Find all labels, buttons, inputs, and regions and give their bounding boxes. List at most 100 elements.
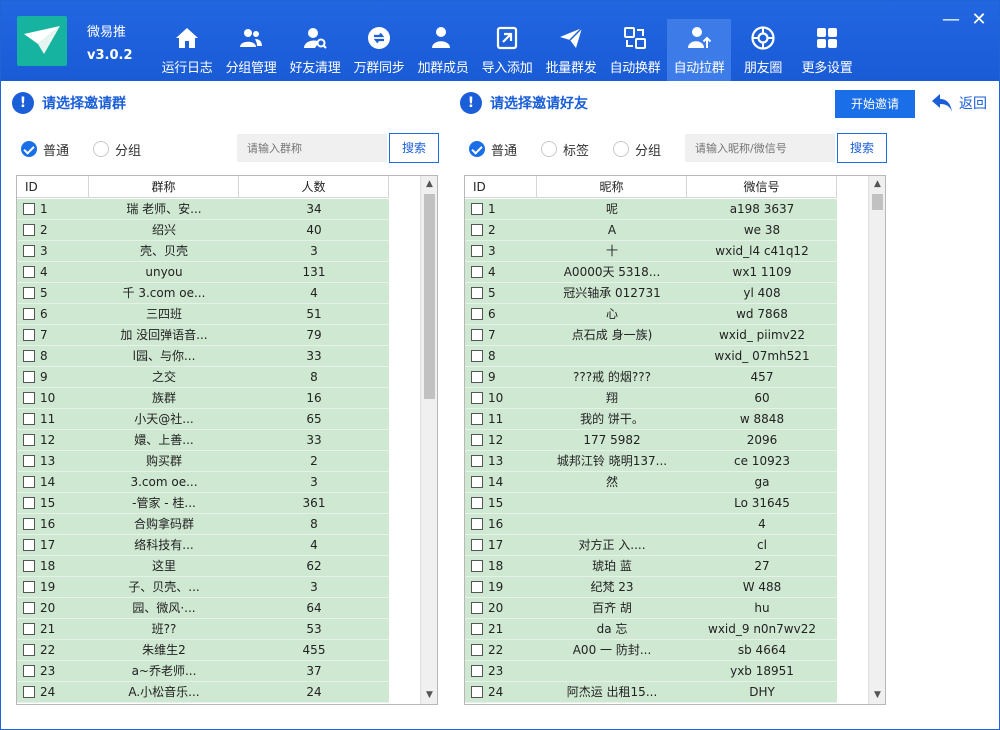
row-checkbox[interactable] bbox=[23, 455, 35, 467]
friend-row[interactable]: 21 da 忘 wxid_9 n0n7wv22 bbox=[465, 619, 837, 640]
row-checkbox[interactable] bbox=[471, 266, 483, 278]
column-header-group-name[interactable]: 群称 bbox=[89, 176, 239, 198]
row-id-cell[interactable]: 15 bbox=[465, 493, 537, 513]
row-id-cell[interactable]: 21 bbox=[465, 619, 537, 639]
friend-row[interactable]: 3 十 wxid_l4 c41q12 bbox=[465, 241, 837, 262]
group-search-button[interactable]: 搜索 bbox=[389, 133, 439, 163]
scroll-down-icon[interactable]: ▼ bbox=[421, 687, 437, 704]
friend-row[interactable]: 6 心 wd 7868 bbox=[465, 304, 837, 325]
row-checkbox[interactable] bbox=[23, 686, 35, 698]
row-id-cell[interactable]: 16 bbox=[17, 514, 89, 534]
friend-row[interactable]: 19 纪梵 23 W 488 bbox=[465, 577, 837, 598]
row-id-cell[interactable]: 22 bbox=[17, 640, 89, 660]
row-checkbox[interactable] bbox=[23, 434, 35, 446]
row-id-cell[interactable]: 8 bbox=[465, 346, 537, 366]
left-radio-group[interactable]: 分组 bbox=[93, 139, 141, 159]
row-checkbox[interactable] bbox=[471, 686, 483, 698]
friend-row[interactable]: 9 ???戒 的烟??? 457 bbox=[465, 367, 837, 388]
friend-row[interactable]: 17 对方正 入.... cl bbox=[465, 535, 837, 556]
row-checkbox[interactable] bbox=[23, 350, 35, 362]
group-row[interactable]: 23 a~乔老师... 37 bbox=[17, 661, 389, 682]
row-checkbox[interactable] bbox=[471, 455, 483, 467]
row-id-cell[interactable]: 6 bbox=[465, 304, 537, 324]
row-checkbox[interactable] bbox=[471, 413, 483, 425]
group-row[interactable]: 3 壳、贝壳 3 bbox=[17, 241, 389, 262]
row-id-cell[interactable]: 8 bbox=[17, 346, 89, 366]
nav-add-group-members[interactable]: 加群成员 bbox=[411, 19, 475, 81]
friend-row[interactable]: 23 yxb 18951 bbox=[465, 661, 837, 682]
row-checkbox[interactable] bbox=[23, 245, 35, 257]
friend-row[interactable]: 13 城邦江铃 晓明137... ce 10923 bbox=[465, 451, 837, 472]
group-row[interactable]: 11 小天@社... 65 bbox=[17, 409, 389, 430]
row-checkbox[interactable] bbox=[23, 539, 35, 551]
row-checkbox[interactable] bbox=[23, 308, 35, 320]
row-id-cell[interactable]: 18 bbox=[465, 556, 537, 576]
row-id-cell[interactable]: 19 bbox=[17, 577, 89, 597]
group-row[interactable]: 14 3.com oe... 3 bbox=[17, 472, 389, 493]
row-id-cell[interactable]: 2 bbox=[17, 220, 89, 240]
friend-row[interactable]: 11 我的 饼干。 w 8848 bbox=[465, 409, 837, 430]
row-checkbox[interactable] bbox=[471, 224, 483, 236]
friend-row[interactable]: 1 呢 a198 3637 bbox=[465, 199, 837, 220]
row-checkbox[interactable] bbox=[471, 518, 483, 530]
scroll-thumb[interactable] bbox=[424, 194, 435, 399]
row-checkbox[interactable] bbox=[23, 644, 35, 656]
row-id-cell[interactable]: 1 bbox=[465, 199, 537, 219]
row-checkbox[interactable] bbox=[23, 329, 35, 341]
column-header-nickname[interactable]: 昵称 bbox=[537, 176, 687, 198]
row-id-cell[interactable]: 19 bbox=[465, 577, 537, 597]
row-checkbox[interactable] bbox=[471, 329, 483, 341]
row-checkbox[interactable] bbox=[23, 224, 35, 236]
group-row[interactable]: 19 子、贝壳、... 3 bbox=[17, 577, 389, 598]
group-row[interactable]: 17 络科技有... 4 bbox=[17, 535, 389, 556]
row-id-cell[interactable]: 18 bbox=[17, 556, 89, 576]
group-row[interactable]: 6 三四班 51 bbox=[17, 304, 389, 325]
row-checkbox[interactable] bbox=[23, 497, 35, 509]
row-id-cell[interactable]: 10 bbox=[17, 388, 89, 408]
row-id-cell[interactable]: 12 bbox=[17, 430, 89, 450]
row-id-cell[interactable]: 11 bbox=[465, 409, 537, 429]
scroll-up-icon[interactable]: ▲ bbox=[421, 176, 437, 193]
row-checkbox[interactable] bbox=[471, 497, 483, 509]
nav-moments[interactable]: 朋友圈 bbox=[731, 19, 795, 81]
friend-row[interactable]: 20 百齐 胡 hu bbox=[465, 598, 837, 619]
friend-row[interactable]: 12 177 5982 2096 bbox=[465, 430, 837, 451]
friend-row[interactable]: 18 琥珀 蓝 27 bbox=[465, 556, 837, 577]
group-row[interactable]: 4 unyou 131 bbox=[17, 262, 389, 283]
row-id-cell[interactable]: 3 bbox=[465, 241, 537, 261]
group-row[interactable]: 7 加 没回弹语音... 79 bbox=[17, 325, 389, 346]
friend-row[interactable]: 2 Awe 38 bbox=[465, 220, 837, 241]
friend-row[interactable]: 24 阿杰运 出租15... DHY bbox=[465, 682, 837, 703]
friend-search-input[interactable] bbox=[685, 134, 835, 162]
friend-row[interactable]: 22 A00 一 防封... sb 4664 bbox=[465, 640, 837, 661]
group-row[interactable]: 2 绍兴 40 bbox=[17, 220, 389, 241]
group-row[interactable]: 8 l园、与你... 33 bbox=[17, 346, 389, 367]
row-id-cell[interactable]: 4 bbox=[17, 262, 89, 282]
row-checkbox[interactable] bbox=[471, 434, 483, 446]
row-id-cell[interactable]: 15 bbox=[17, 493, 89, 513]
nav-run-log[interactable]: 运行日志 bbox=[155, 19, 219, 81]
scroll-down-icon[interactable]: ▼ bbox=[869, 687, 885, 704]
right-radio-tag[interactable]: 标签 bbox=[541, 139, 589, 159]
row-checkbox[interactable] bbox=[23, 392, 35, 404]
row-id-cell[interactable]: 4 bbox=[465, 262, 537, 282]
friend-row[interactable]: 5 冠兴轴承 012731 yl 408 bbox=[465, 283, 837, 304]
nav-more-settings[interactable]: 更多设置 bbox=[795, 19, 859, 81]
row-checkbox[interactable] bbox=[471, 539, 483, 551]
group-row[interactable]: 5 千 3.com oe... 4 bbox=[17, 283, 389, 304]
row-checkbox[interactable] bbox=[23, 665, 35, 677]
row-checkbox[interactable] bbox=[471, 392, 483, 404]
group-search-input[interactable] bbox=[237, 134, 387, 162]
nav-bulk-send[interactable]: 批量群发 bbox=[539, 19, 603, 81]
row-checkbox[interactable] bbox=[23, 413, 35, 425]
close-button[interactable]: ✕ bbox=[969, 10, 989, 30]
row-checkbox[interactable] bbox=[471, 245, 483, 257]
nav-auto-switch-group[interactable]: 自动换群 bbox=[603, 19, 667, 81]
minimize-button[interactable]: — bbox=[941, 10, 961, 30]
row-id-cell[interactable]: 20 bbox=[17, 598, 89, 618]
row-checkbox[interactable] bbox=[23, 287, 35, 299]
group-row[interactable]: 1 瑞 老师、安... 34 bbox=[17, 199, 389, 220]
row-id-cell[interactable]: 13 bbox=[17, 451, 89, 471]
friend-row[interactable]: 10 翔 60 bbox=[465, 388, 837, 409]
group-row[interactable]: 22 朱维生2 455 bbox=[17, 640, 389, 661]
